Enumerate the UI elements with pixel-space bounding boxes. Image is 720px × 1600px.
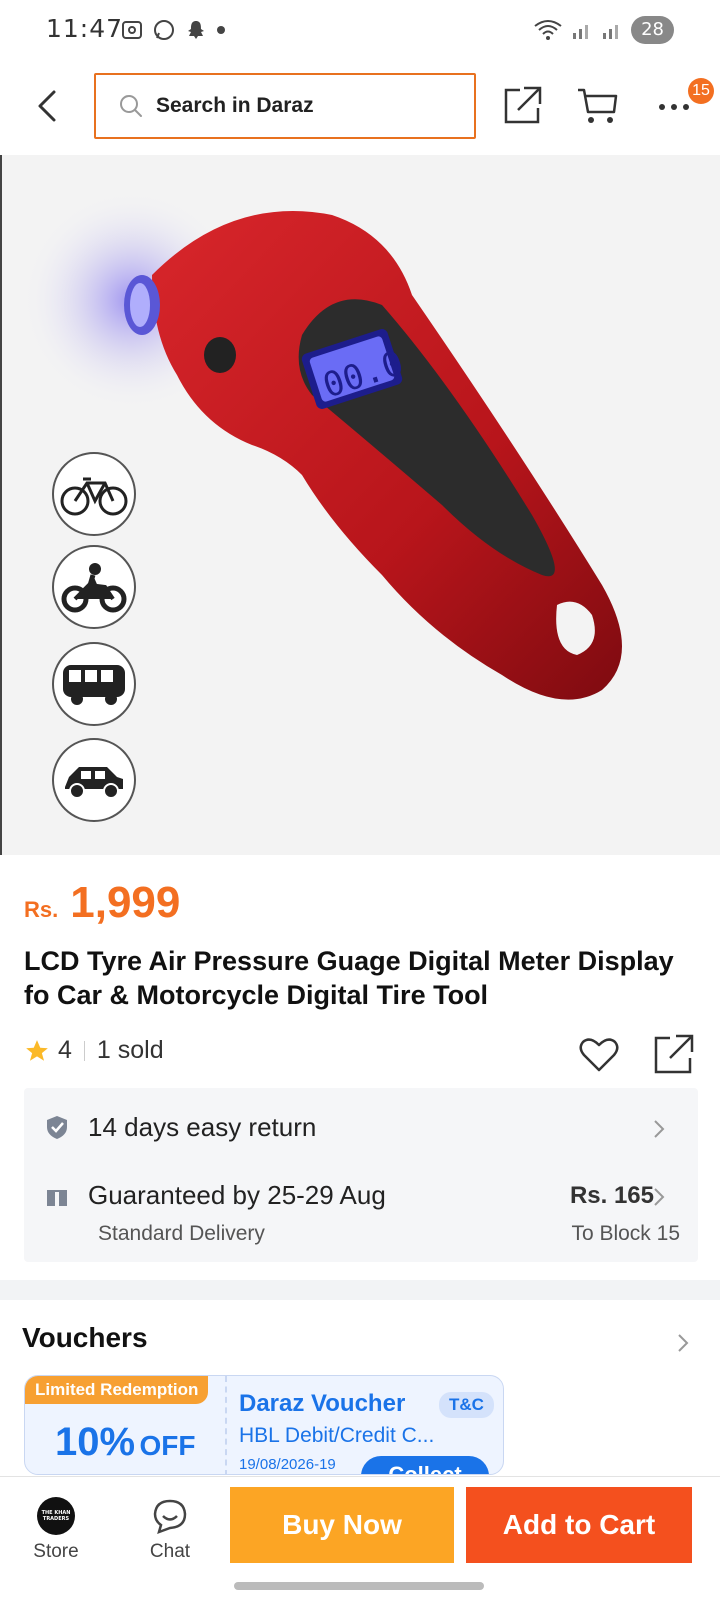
chevron-right-icon bbox=[654, 1120, 665, 1138]
battery-indicator: 28 bbox=[631, 16, 674, 44]
store-logo: THE KHAN TRADERS bbox=[37, 1497, 75, 1535]
voucher-name: Daraz Voucher bbox=[239, 1390, 406, 1417]
dot-icon bbox=[217, 26, 225, 34]
gift-box-icon bbox=[47, 1186, 67, 1206]
back-icon[interactable] bbox=[30, 86, 66, 126]
share-icon[interactable] bbox=[502, 84, 544, 126]
voucher-off-label: OFF bbox=[139, 1430, 196, 1461]
whatsapp-icon bbox=[154, 20, 174, 40]
cart-badge: 15 bbox=[688, 78, 714, 104]
bicycle-icon bbox=[52, 452, 136, 536]
status-time: 11:47 bbox=[46, 14, 124, 43]
delivery-fee: Rs. 165 bbox=[569, 1182, 654, 1209]
store-label: Store bbox=[33, 1541, 79, 1562]
vouchers-heading: Vouchers bbox=[22, 1322, 148, 1353]
cart-icon[interactable] bbox=[576, 84, 620, 126]
sold-count: 1 sold bbox=[96, 1036, 164, 1064]
returns-text: 14 days easy return bbox=[88, 1112, 317, 1142]
voucher-date: 19/08/2026-19 bbox=[239, 1456, 336, 1473]
signal-icon-2 bbox=[603, 25, 619, 39]
car-icon bbox=[52, 738, 136, 822]
product-price: Rs. 1,999 bbox=[24, 878, 180, 928]
limited-redemption-tag: Limited Redemption bbox=[25, 1376, 209, 1404]
chat-icon bbox=[153, 1499, 187, 1535]
signal-icon bbox=[573, 25, 589, 39]
standard-delivery-text: Standard Delivery bbox=[98, 1222, 265, 1245]
product-title: LCD Tyre Air Pressure Guage Digital Mete… bbox=[24, 946, 674, 1010]
store-tab[interactable]: THE KHAN TRADERS Store bbox=[22, 1497, 90, 1563]
chat-tab[interactable]: Chat bbox=[136, 1497, 204, 1563]
tc-tag[interactable]: T&C bbox=[439, 1392, 494, 1418]
search-placeholder: Search in Daraz bbox=[156, 94, 314, 117]
search-icon bbox=[120, 95, 142, 117]
top-nav: Search in Daraz 15 bbox=[0, 64, 720, 150]
delivery-destination: To Block 15 bbox=[571, 1222, 680, 1245]
delivery-info: 14 days easy return Guaranteed by 25-29 … bbox=[24, 1088, 698, 1262]
notification-icons bbox=[120, 18, 226, 42]
system-icons: 28 bbox=[533, 16, 674, 44]
rating-value: 4 bbox=[58, 1036, 72, 1064]
home-indicator[interactable] bbox=[234, 1582, 484, 1590]
delivery-row[interactable]: Guaranteed by 25-29 Aug Standard Deliver… bbox=[24, 1158, 698, 1262]
bus-icon bbox=[52, 642, 136, 726]
price-currency: Rs. bbox=[24, 897, 59, 922]
motorcycle-icon bbox=[52, 545, 136, 629]
price-amount: 1,999 bbox=[70, 878, 181, 927]
add-to-cart-button[interactable]: Add to Cart bbox=[466, 1487, 692, 1563]
voucher-percent: 10% bbox=[55, 1420, 136, 1464]
guarantee-text: Guaranteed by 25-29 Aug bbox=[88, 1180, 386, 1210]
wifi-icon bbox=[534, 20, 562, 40]
vouchers-chevron-icon[interactable] bbox=[676, 1332, 690, 1354]
voucher-divider bbox=[225, 1376, 227, 1474]
share-product-icon[interactable] bbox=[652, 1032, 696, 1076]
status-bar: 11:47 28 bbox=[0, 0, 720, 64]
voucher-discount: 10% OFF bbox=[55, 1420, 196, 1465]
collect-button[interactable]: Collect bbox=[361, 1456, 489, 1474]
section-divider bbox=[0, 1280, 720, 1300]
voucher-condition: HBL Debit/Credit C... bbox=[239, 1424, 435, 1447]
search-input[interactable]: Search in Daraz bbox=[94, 73, 476, 139]
chat-label: Chat bbox=[149, 1541, 191, 1562]
chevron-right-icon bbox=[654, 1188, 665, 1206]
heart-icon[interactable] bbox=[578, 1034, 620, 1074]
shield-check-icon bbox=[47, 1116, 67, 1139]
voucher-card[interactable]: Limited Redemption 10% OFF Daraz Voucher… bbox=[24, 1375, 504, 1475]
star-icon bbox=[26, 1039, 48, 1061]
buy-now-button[interactable]: Buy Now bbox=[230, 1487, 454, 1563]
snapchat-icon bbox=[188, 21, 204, 39]
screenshot-icon bbox=[122, 21, 142, 39]
rating-row: 4 1 sold bbox=[24, 1036, 164, 1065]
divider bbox=[83, 1040, 85, 1061]
product-image[interactable]: 00.0 bbox=[0, 155, 720, 855]
returns-row[interactable]: 14 days easy return bbox=[24, 1088, 698, 1158]
